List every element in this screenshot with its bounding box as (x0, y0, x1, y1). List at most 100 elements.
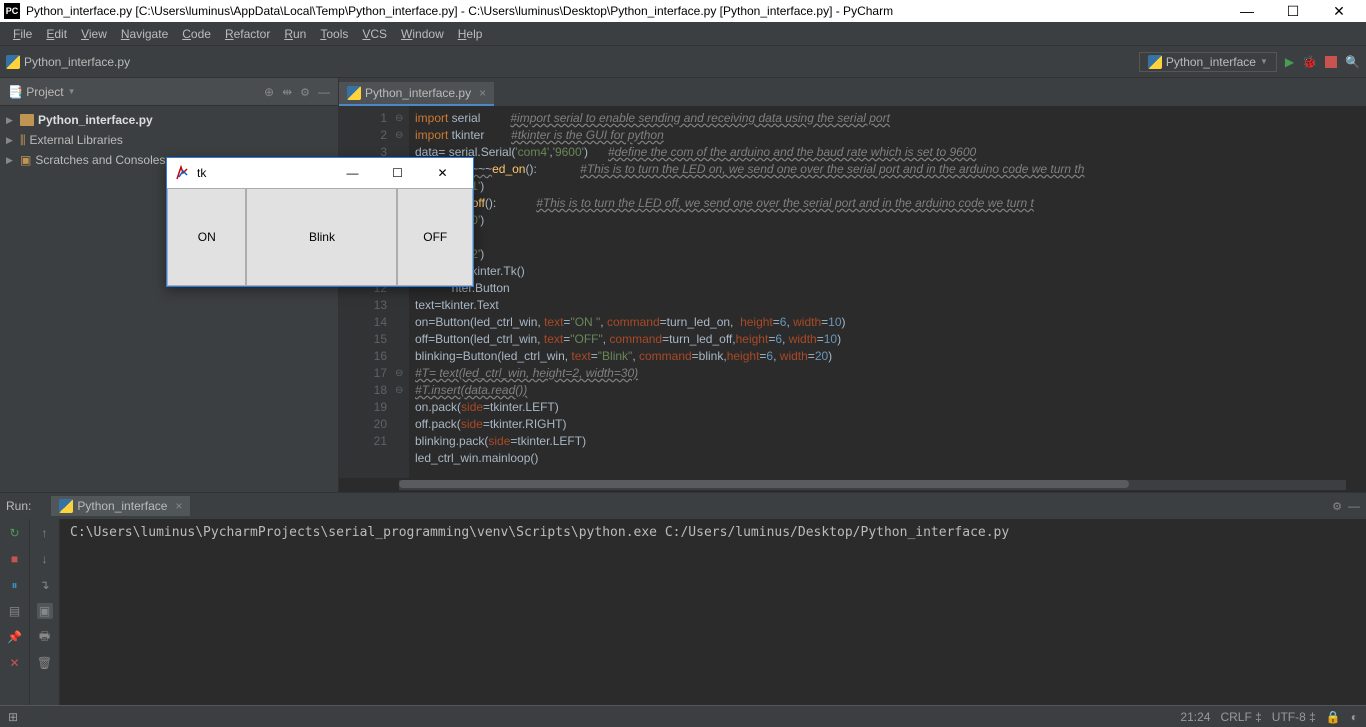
hide-panel-icon[interactable]: — (1348, 499, 1360, 513)
run-button[interactable]: ▶ (1285, 55, 1294, 69)
run-body: ↻ ■ ⏸ ▤ 📌 ✕ ↑ ↓ ↴ ▣ 🖶 🗑 C:\Users\luminus… (0, 519, 1366, 705)
menu-file[interactable]: File (6, 27, 39, 41)
close-tab-icon[interactable]: × (479, 86, 486, 100)
tree-item-libs[interactable]: ▶ ⫼ External Libraries (0, 130, 338, 150)
python-icon (1148, 55, 1162, 69)
project-panel-header: 📑 Project ▼ ⊕ ⇹ — (0, 78, 338, 106)
code-editor[interactable]: 123 12131415161718192021 ⊖⊖⊖⊖ import ser… (339, 106, 1366, 478)
code-content[interactable]: import serial #import serial to enable s… (409, 106, 1366, 478)
os-titlebar: PC Python_interface.py [C:\Users\luminus… (0, 0, 1366, 22)
expand-arrow-icon[interactable]: ▶ (6, 115, 16, 126)
locate-icon[interactable]: ⊕ (264, 85, 274, 99)
navigation-bar: Python_interface.py Python_interface ▼ ▶… (0, 46, 1366, 78)
pycharm-icon: PC (4, 3, 20, 19)
run-header: Run: Python_interface × — (0, 493, 1366, 519)
library-icon: ⫼ (20, 133, 26, 148)
project-view-dropdown-icon[interactable]: ▼ (68, 87, 76, 96)
tree-item-project[interactable]: ▶ Python_interface.py (0, 110, 338, 130)
window-controls: — ☐ ✕ (1224, 3, 1362, 20)
editor-tabs: Python_interface.py × (339, 78, 1366, 106)
editor-tab[interactable]: Python_interface.py × (339, 82, 494, 106)
inspection-icon[interactable]: ◐ (1351, 710, 1358, 724)
menu-navigate[interactable]: Navigate (114, 27, 175, 41)
python-file-icon (347, 86, 361, 100)
run-toolbar-primary: ↻ ■ ⏸ ▤ 📌 ✕ (0, 519, 30, 705)
tk-body: ON Blink OFF (167, 188, 473, 286)
tk-blink-button[interactable]: Blink (246, 188, 397, 286)
run-tool-window: Run: Python_interface × — ↻ ■ ⏸ ▤ 📌 ✕ ↑ … (0, 492, 1366, 705)
soft-wrap-icon[interactable]: ↴ (37, 577, 53, 593)
dropdown-arrow-icon: ▼ (1260, 57, 1268, 66)
expand-arrow-icon[interactable]: ▶ (6, 155, 16, 166)
exit-icon[interactable]: ✕ (7, 655, 23, 671)
run-header-label: Run: (6, 499, 31, 513)
run-tab-label: Python_interface (77, 499, 167, 513)
minimize-button[interactable]: — (1224, 3, 1270, 20)
run-toolbar-secondary: ↑ ↓ ↴ ▣ 🖶 🗑 (30, 519, 60, 705)
encoding[interactable]: UTF-8 ‡ (1272, 710, 1316, 724)
menu-refactor[interactable]: Refactor (218, 27, 277, 41)
stop-button[interactable]: ■ (7, 551, 23, 567)
tk-titlebar[interactable]: tk — ☐ ✕ (167, 158, 473, 188)
tk-maximize-button[interactable]: ☐ (375, 166, 420, 180)
nav-file[interactable]: Python_interface.py (6, 55, 130, 69)
cursor-position[interactable]: 21:24 (1180, 710, 1210, 724)
menu-help[interactable]: Help (451, 27, 490, 41)
python-icon (59, 499, 73, 513)
tree-label: Python_interface.py (38, 113, 153, 127)
expand-arrow-icon[interactable]: ▶ (6, 135, 16, 146)
trash-icon[interactable]: 🗑 (37, 655, 53, 671)
menu-view[interactable]: View (74, 27, 114, 41)
collapse-all-icon[interactable]: ⇹ (282, 85, 292, 99)
menu-vcs[interactable]: VCS (355, 27, 394, 41)
tree-label: Scratches and Consoles (35, 153, 165, 167)
settings-icon[interactable] (1332, 499, 1342, 513)
project-panel-title[interactable]: 📑 Project (8, 85, 64, 99)
close-button[interactable]: ✕ (1316, 3, 1362, 20)
print-icon[interactable]: 🖶 (37, 629, 53, 645)
editor-tab-label: Python_interface.py (365, 86, 471, 100)
settings-icon[interactable] (300, 85, 310, 99)
scroll-end-icon[interactable]: ▣ (37, 603, 53, 619)
tk-minimize-button[interactable]: — (330, 166, 375, 180)
run-tab[interactable]: Python_interface × (51, 496, 190, 516)
up-icon[interactable]: ↑ (37, 525, 53, 541)
scrollbar-thumb[interactable] (399, 480, 1129, 488)
tk-window: tk — ☐ ✕ ON Blink OFF (166, 157, 474, 287)
tk-app-icon (175, 165, 191, 181)
hide-panel-icon[interactable]: — (318, 85, 330, 99)
python-file-icon (6, 55, 20, 69)
run-output[interactable]: C:\Users\luminus\PycharmProjects\serial_… (60, 519, 1366, 705)
run-config-selector[interactable]: Python_interface ▼ (1139, 52, 1277, 72)
menu-tools[interactable]: Tools (313, 27, 355, 41)
menubar: File Edit View Navigate Code Refactor Ru… (0, 22, 1366, 46)
readonly-lock-icon[interactable]: 🔒 (1326, 710, 1341, 724)
tk-title: tk (197, 166, 330, 180)
stop-button[interactable] (1325, 56, 1337, 68)
down-icon[interactable]: ↓ (37, 551, 53, 567)
scratch-icon: ▣ (20, 153, 31, 167)
run-config-label: Python_interface (1166, 55, 1256, 69)
folder-icon (20, 114, 34, 126)
horizontal-scrollbar[interactable] (399, 480, 1346, 490)
maximize-button[interactable]: ☐ (1270, 3, 1316, 20)
status-widget-icon[interactable]: ⊞ (8, 710, 18, 724)
search-button[interactable] (1345, 55, 1360, 69)
pause-button[interactable]: ⏸ (7, 577, 23, 593)
tk-on-button[interactable]: ON (167, 188, 246, 286)
window-title: Python_interface.py [C:\Users\luminus\Ap… (26, 4, 1224, 18)
close-tab-icon[interactable]: × (175, 499, 182, 513)
pin-icon[interactable]: 📌 (7, 629, 23, 645)
tk-off-button[interactable]: OFF (397, 188, 473, 286)
status-bar: ⊞ 21:24 CRLF ‡ UTF-8 ‡ 🔒 ◐ (0, 705, 1366, 727)
line-separator[interactable]: CRLF ‡ (1220, 710, 1261, 724)
menu-window[interactable]: Window (394, 27, 451, 41)
debug-button[interactable]: 🐞 (1302, 55, 1317, 69)
toggle-layout-icon[interactable]: ▤ (7, 603, 23, 619)
editor-panel: Python_interface.py × 123 12131415161718… (339, 78, 1366, 492)
menu-code[interactable]: Code (175, 27, 218, 41)
rerun-button[interactable]: ↻ (7, 525, 23, 541)
tk-close-button[interactable]: ✕ (420, 166, 465, 180)
menu-run[interactable]: Run (277, 27, 313, 41)
menu-edit[interactable]: Edit (39, 27, 74, 41)
